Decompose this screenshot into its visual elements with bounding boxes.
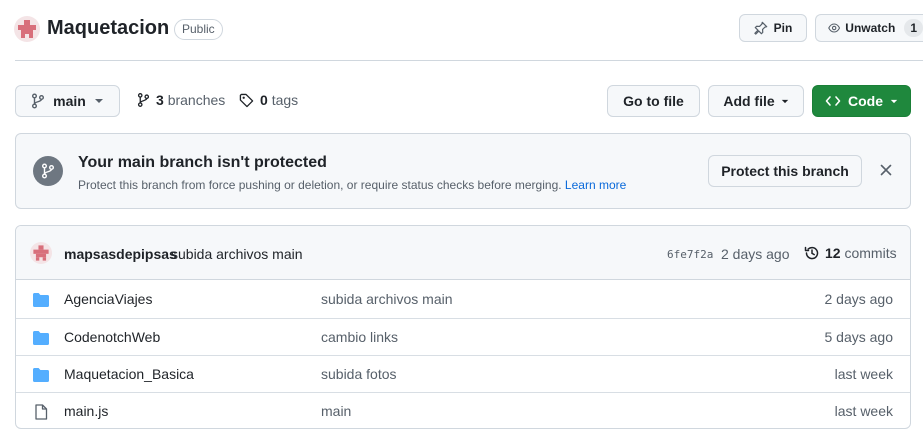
tag-icon xyxy=(239,93,254,107)
branches-count: 3 xyxy=(156,92,164,108)
commit-time: 2 days ago xyxy=(721,246,790,262)
unwatch-button[interactable]: Unwatch 1 xyxy=(815,14,923,42)
pin-icon xyxy=(753,21,767,35)
commit-author[interactable]: mapsasdepipsas xyxy=(64,246,177,262)
learn-more-link[interactable]: Learn more xyxy=(565,178,626,192)
branch-protection-banner: Your main branch isn't protected Protect… xyxy=(15,133,911,209)
commit-count: 12 xyxy=(825,245,841,261)
file-name[interactable]: CodenotchWeb xyxy=(64,329,160,345)
pin-button[interactable]: Pin xyxy=(739,14,807,42)
tags-link[interactable]: 0 tags xyxy=(239,92,298,108)
caret-down-icon xyxy=(781,99,788,103)
commit-history-link[interactable]: 12 commits xyxy=(804,245,897,261)
file-row[interactable]: Maquetacion_Basica subida fotos last wee… xyxy=(16,355,910,392)
history-icon xyxy=(804,246,819,260)
file-age: last week xyxy=(834,403,893,419)
file-row[interactable]: AgenciaViajes subida archivos main 2 day… xyxy=(16,281,910,318)
caret-down-icon xyxy=(890,99,898,103)
branches-link[interactable]: 3 branches xyxy=(137,92,225,108)
banner-description: Protect this branch from force pushing o… xyxy=(78,178,626,192)
branch-selector[interactable]: main xyxy=(15,85,120,117)
commit-sha[interactable]: 6fe7f2a xyxy=(667,248,713,261)
folder-icon xyxy=(33,293,49,307)
watch-count: 1 xyxy=(904,19,923,37)
banner-title: Your main branch isn't protected xyxy=(78,154,327,171)
file-commit-message[interactable]: cambio links xyxy=(321,329,398,345)
file-commit-message[interactable]: main xyxy=(321,403,351,419)
file-name[interactable]: main.js xyxy=(64,403,108,419)
code-label: Code xyxy=(848,93,883,109)
folder-icon xyxy=(33,368,49,382)
add-file-button[interactable]: Add file xyxy=(708,85,804,117)
repo-header: Maquetacion Public Pin Unwatch 1 xyxy=(0,0,923,60)
pin-label: Pin xyxy=(773,21,793,35)
git-branch-icon xyxy=(137,93,150,107)
code-icon xyxy=(825,96,841,106)
go-to-file-button[interactable]: Go to file xyxy=(607,85,700,117)
caret-down-icon xyxy=(94,99,103,103)
commit-author-avatar[interactable] xyxy=(30,242,52,264)
header-divider xyxy=(15,60,923,61)
folder-icon xyxy=(33,331,49,345)
add-file-label: Add file xyxy=(723,93,775,109)
file-name[interactable]: AgenciaViajes xyxy=(64,291,152,307)
unwatch-label: Unwatch xyxy=(845,21,896,35)
identicon-image xyxy=(18,20,36,38)
branches-label: branches xyxy=(167,92,226,108)
owner-avatar[interactable] xyxy=(14,16,40,42)
identicon-image xyxy=(33,245,49,261)
tags-label: tags xyxy=(271,92,299,108)
file-browser: mapsasdepipsas subida archivos main 6fe7… xyxy=(15,225,911,429)
git-branch-icon xyxy=(32,93,45,109)
file-age: last week xyxy=(834,366,893,382)
file-icon xyxy=(35,404,48,420)
latest-commit-bar: mapsasdepipsas subida archivos main 6fe7… xyxy=(16,226,910,280)
commit-label: commits xyxy=(844,245,897,261)
protect-branch-button[interactable]: Protect this branch xyxy=(708,155,862,187)
code-button[interactable]: Code xyxy=(812,85,911,117)
git-branch-icon xyxy=(42,163,54,179)
branch-name: main xyxy=(53,93,86,109)
file-commit-message[interactable]: subida fotos xyxy=(321,366,397,382)
tags-count: 0 xyxy=(260,92,268,108)
banner-description-text: Protect this branch from force pushing o… xyxy=(78,178,562,192)
close-icon[interactable] xyxy=(878,162,894,178)
file-name[interactable]: Maquetacion_Basica xyxy=(64,366,194,382)
branch-protection-icon xyxy=(33,156,63,186)
commit-message[interactable]: subida archivos main xyxy=(171,246,303,262)
file-age: 2 days ago xyxy=(824,291,894,307)
repo-name[interactable]: Maquetacion xyxy=(47,17,169,40)
file-row[interactable]: main.js main last week xyxy=(16,392,910,428)
visibility-badge: Public xyxy=(174,19,223,40)
eye-icon xyxy=(828,23,841,33)
file-commit-message[interactable]: subida archivos main xyxy=(321,291,453,307)
file-row[interactable]: CodenotchWeb cambio links 5 days ago xyxy=(16,318,910,355)
file-age: 5 days ago xyxy=(824,329,894,345)
